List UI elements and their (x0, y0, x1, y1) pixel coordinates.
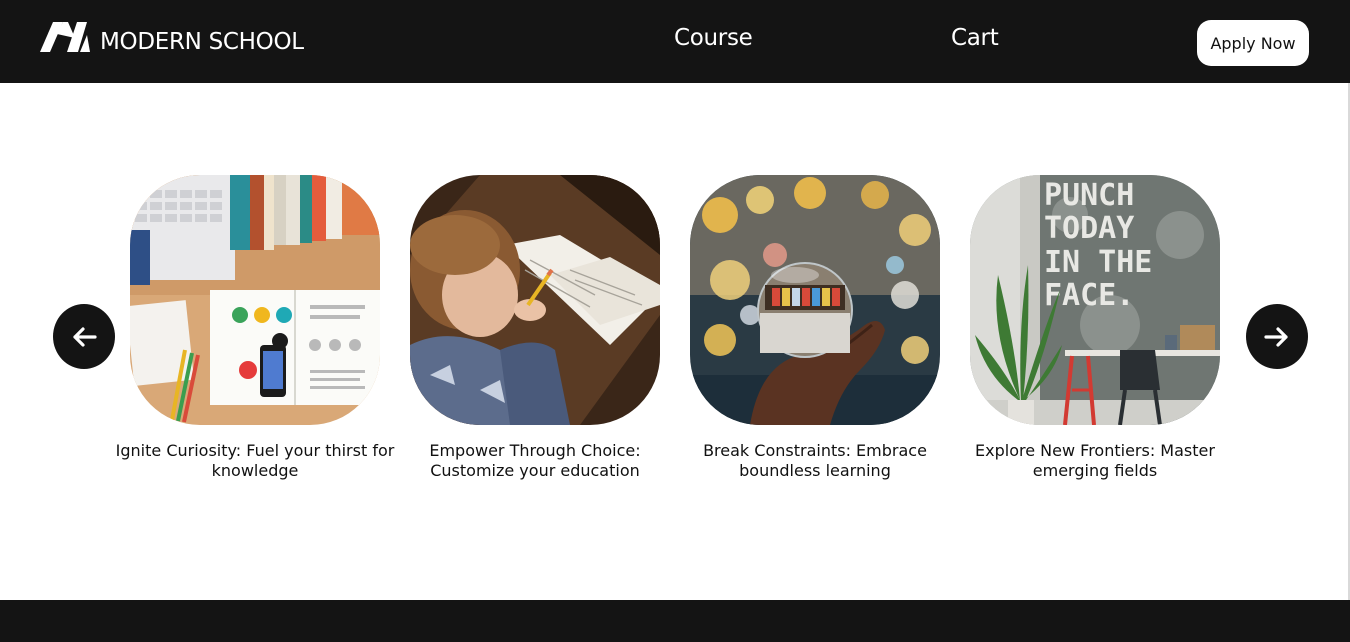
carousel-card[interactable]: PUNCH TODAY IN THE FACE. Explore New Fro… (970, 175, 1220, 480)
carousel-card[interactable]: Ignite Curiosity: Fuel your thirst for k… (116, 175, 394, 480)
carousel-next-button[interactable] (1246, 304, 1308, 369)
card-image-crystal-ball (690, 175, 940, 425)
card-caption: Break Constraints: Embrace boundless lea… (703, 441, 927, 480)
card-image-desk (130, 175, 380, 425)
brand-name: MODERN SCHOOL (100, 29, 304, 55)
arrow-right-icon (1264, 326, 1288, 347)
nav-course-link[interactable]: Course (674, 27, 753, 50)
brand-logo-icon (40, 22, 90, 52)
card-image-punch-wall: PUNCH TODAY IN THE FACE. (970, 175, 1220, 425)
nav-cart-link[interactable]: Cart (951, 27, 999, 50)
wall-text-line: TODAY (1044, 211, 1134, 246)
wall-text-line: PUNCH (1044, 178, 1134, 213)
carousel-prev-button[interactable] (53, 304, 115, 369)
footer (0, 600, 1350, 642)
apply-now-button[interactable]: Apply Now (1197, 20, 1309, 66)
top-navbar: MODERN SCHOOL Course Cart Apply Now (0, 0, 1350, 83)
arrow-left-icon (73, 326, 97, 347)
card-image-child (410, 175, 660, 425)
card-caption: Empower Through Choice: Customize your e… (429, 441, 641, 480)
carousel-card[interactable]: Empower Through Choice: Customize your e… (410, 175, 660, 480)
card-caption: Ignite Curiosity: Fuel your thirst for k… (115, 441, 395, 480)
brand[interactable]: MODERN SCHOOL (40, 22, 304, 55)
wall-text-line: FACE. (1044, 278, 1134, 313)
carousel-card[interactable]: Break Constraints: Embrace boundless lea… (690, 175, 940, 480)
wall-text-line: IN THE (1044, 245, 1152, 280)
card-caption: Explore New Frontiers: Master emerging f… (975, 441, 1215, 480)
